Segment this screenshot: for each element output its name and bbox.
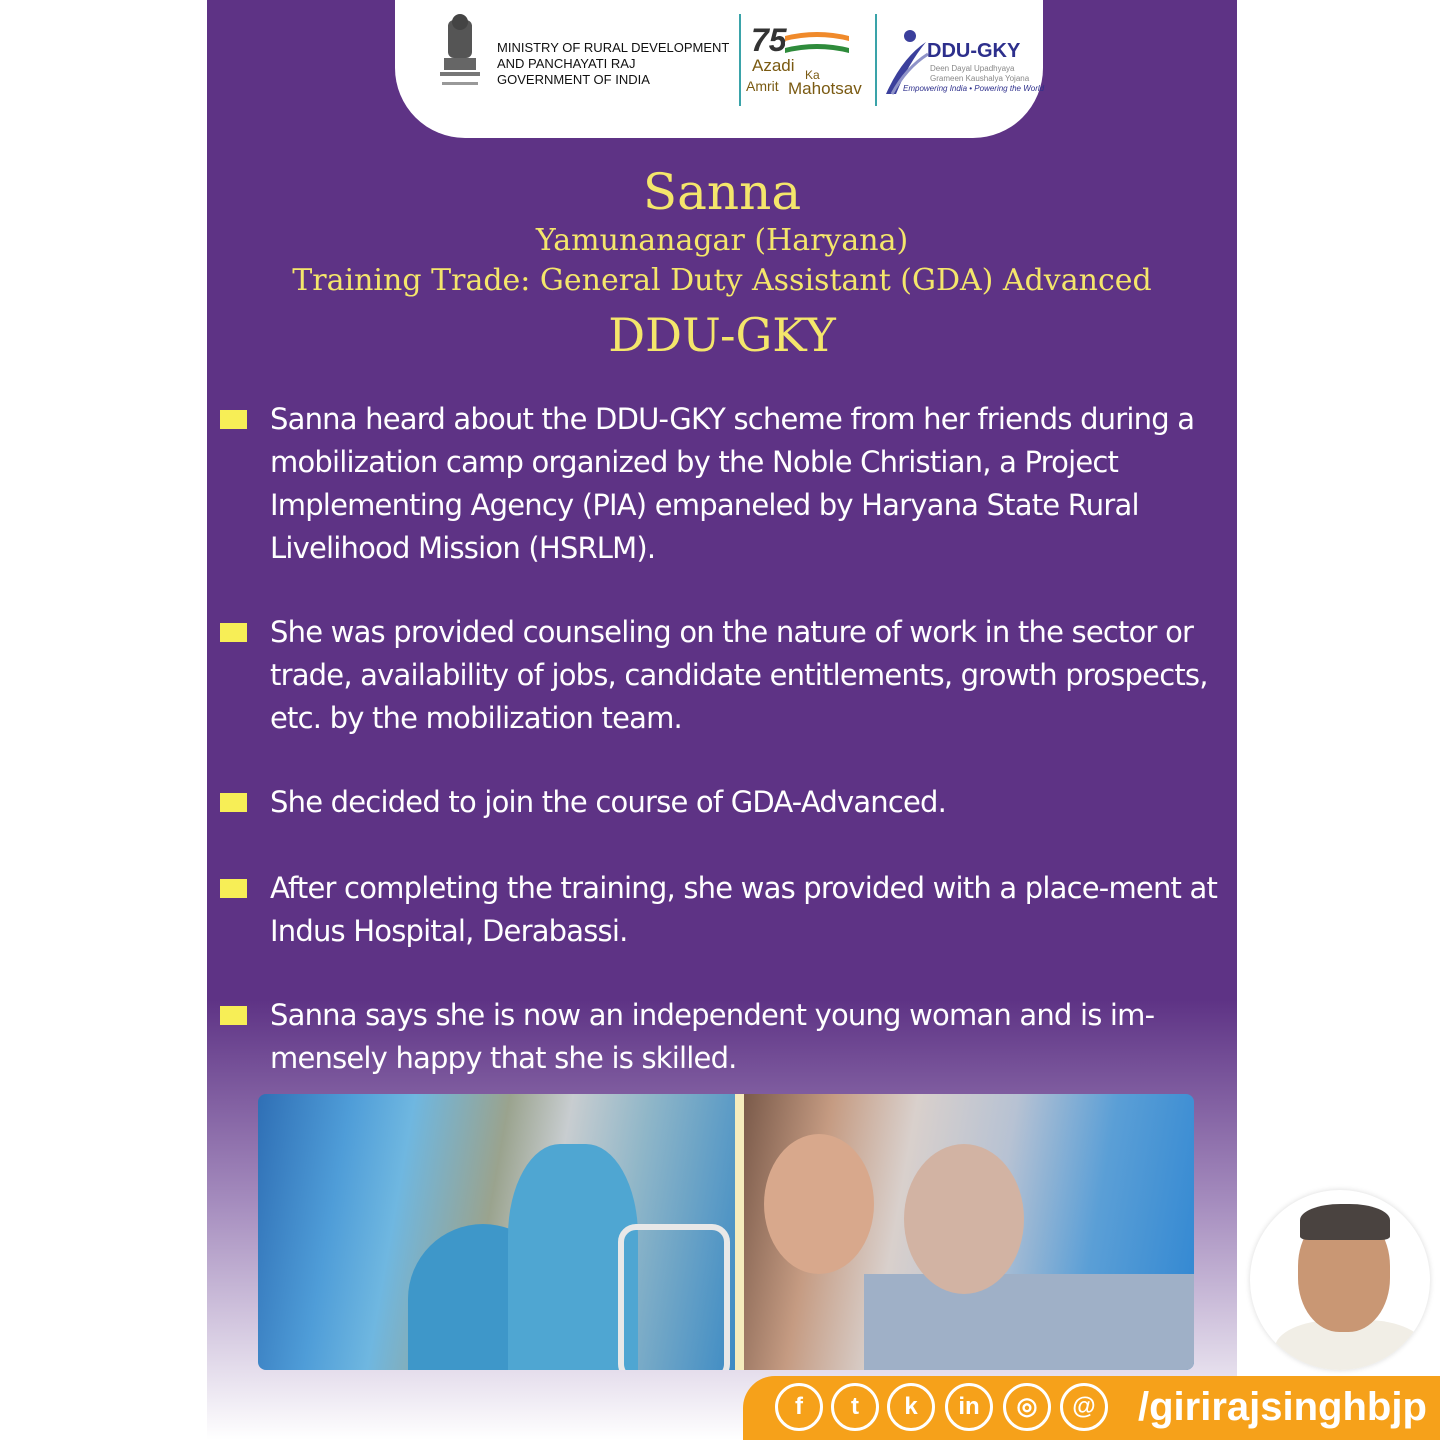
azadi-amrit: Amrit (746, 78, 779, 94)
caregiver-face (764, 1134, 874, 1274)
ministry-line: MINISTRY OF RURAL DEVELOPMENT (497, 40, 730, 55)
ddu-logo-tagline: Empowering India • Powering the World (903, 84, 1045, 93)
social-handle[interactable]: /girirajsinghbjp (1138, 1380, 1427, 1434)
avatar-hair (1300, 1204, 1390, 1240)
instagram-icon[interactable]: ◎ (1003, 1383, 1051, 1431)
photo-collage (258, 1094, 1194, 1370)
bullet-text: She decided to join the course of GDA-Ad… (270, 785, 947, 819)
azadi-mahotsav: Mahotsav (788, 79, 862, 98)
azadi-ka-amrit-mahotsav-logo: 75 Azadi Ka Amrit Mahotsav (745, 22, 875, 102)
ministry-name: MINISTRY OF RURAL DEVELOPMENT AND PANCHA… (497, 40, 729, 88)
avatar (1250, 1190, 1430, 1370)
tricolor-flag-icon (785, 32, 849, 53)
ddu-logo-subtitle: Deen Dayal Upadhyaya (930, 64, 1015, 73)
koo-icon[interactable]: k (887, 1383, 935, 1431)
azadi-word: Azadi (752, 56, 795, 75)
bed-blanket (864, 1274, 1194, 1370)
bullet-square-icon (220, 623, 247, 642)
twitter-icon[interactable]: t (831, 1383, 879, 1431)
training-photo (258, 1094, 735, 1370)
facebook-icon[interactable]: f (775, 1383, 823, 1431)
divider (739, 14, 741, 106)
bullet-text: After completing the training, she was p… (270, 871, 1218, 948)
beneficiary-name: Sanna (642, 163, 802, 221)
beneficiary-location: Yamunanagar (Haryana) (535, 223, 909, 258)
bed-rail (618, 1224, 730, 1370)
training-trade: Training Trade: General Duty Assistant (… (292, 263, 1152, 298)
bullet-square-icon (220, 410, 247, 429)
workplace-photo (744, 1094, 1194, 1370)
azadi-number: 75 (751, 22, 787, 58)
social-media-bar: f t k in ◎ @ /girirajsinghbjp (743, 1376, 1440, 1440)
bullet-square-icon (220, 793, 247, 812)
linkedin-icon[interactable]: in (945, 1383, 993, 1431)
ministry-line: AND PANCHAYATI RAJ (497, 56, 636, 71)
ddu-logo-title: DDU-GKY (927, 40, 1021, 62)
bullet-square-icon (220, 1006, 247, 1025)
ministry-line: GOVERNMENT OF INDIA (497, 72, 650, 87)
divider (875, 14, 877, 106)
bullet-square-icon (220, 879, 247, 898)
patient-face (904, 1144, 1024, 1294)
photo-separator (735, 1094, 744, 1370)
scheme-name: DDU-GKY (608, 308, 836, 362)
ddu-gky-logo: DDU-GKY Deen Dayal Upadhyaya Grameen Kau… (882, 28, 1045, 108)
national-emblem-icon (440, 14, 480, 85)
ddu-logo-subtitle: Grameen Kaushalya Yojana (930, 74, 1030, 83)
bullet-text: Sanna heard about the DDU-GKY scheme fro… (270, 402, 1195, 565)
threads-icon[interactable]: @ (1060, 1383, 1108, 1431)
bullet-text: She was provided counseling on the natur… (270, 615, 1208, 735)
bullet-text: Sanna says she is now an independent you… (270, 998, 1155, 1075)
